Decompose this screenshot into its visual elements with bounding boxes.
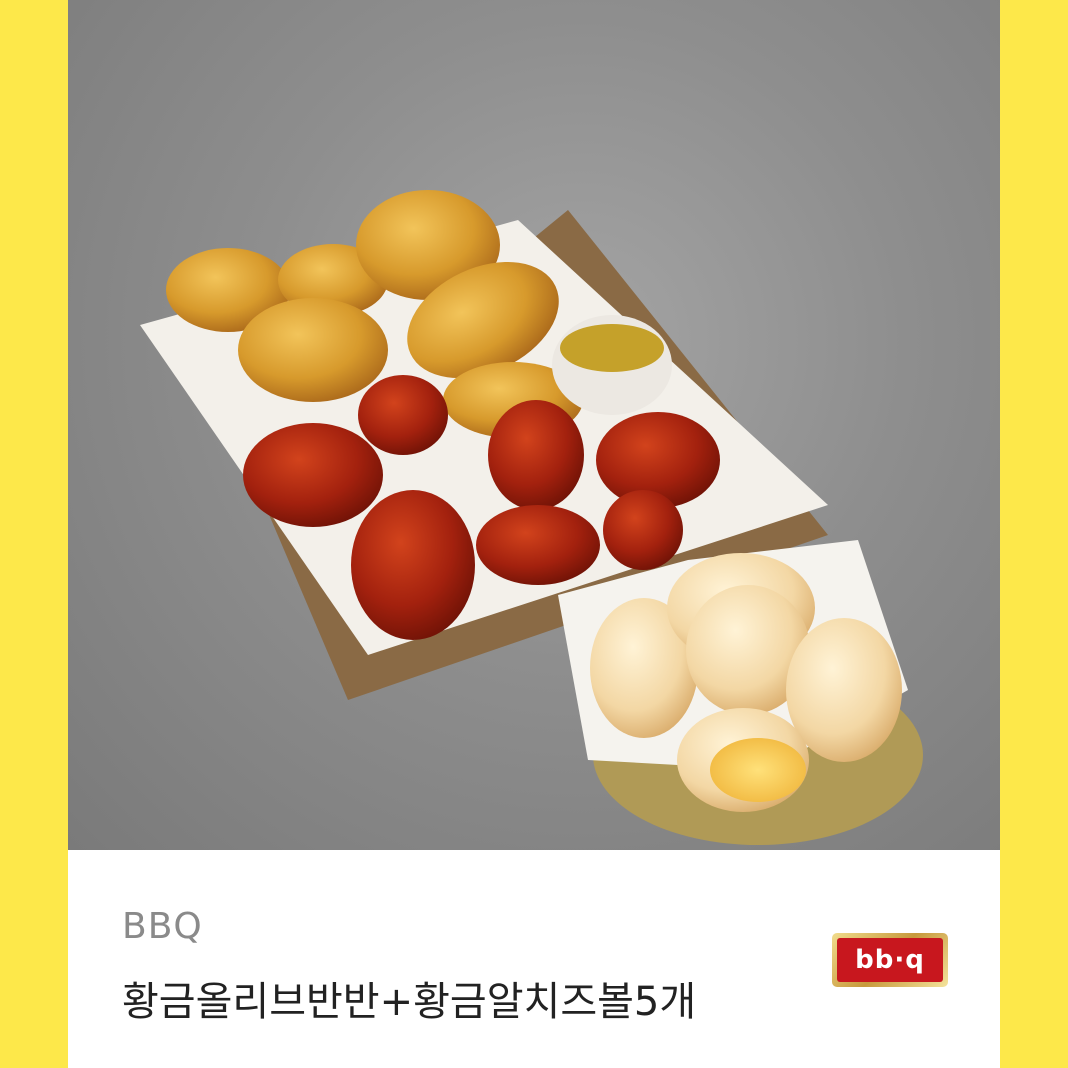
bbq-logo-text: bb·q (837, 938, 943, 982)
product-photo-illustration (140, 190, 923, 845)
bbq-logo: bb·q (832, 933, 948, 987)
melted-cheese (710, 738, 806, 802)
brand-name: BBQ (122, 906, 203, 947)
product-photo[interactable] (68, 0, 1000, 850)
product-title[interactable]: 황금올리브반반+황금알치즈볼5개 (122, 972, 822, 1032)
product-card[interactable]: BBQ bb·q 황금올리브반반+황금알치즈볼5개 (68, 0, 1000, 1068)
